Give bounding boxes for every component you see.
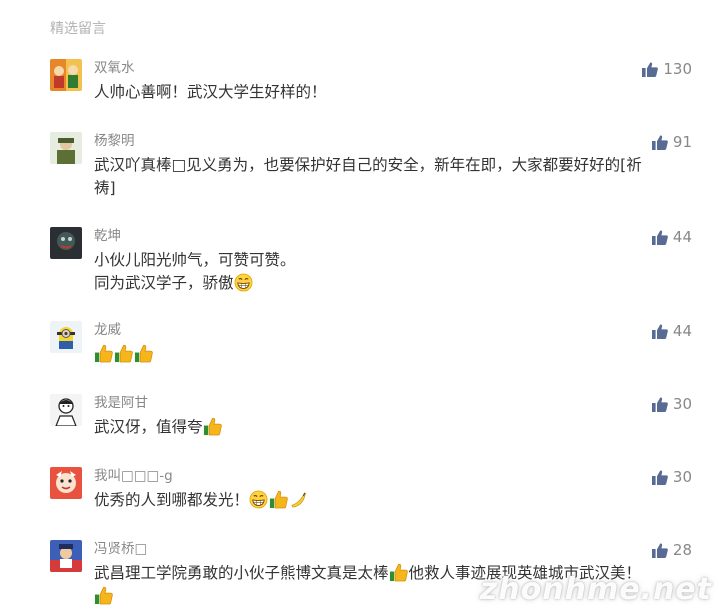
- avatar[interactable]: [50, 59, 82, 91]
- avatar[interactable]: [50, 540, 82, 572]
- comment-text: 小伙儿阳光帅气，可赞可赞。 同为武汉学子，骄傲: [94, 251, 296, 292]
- like-button[interactable]: 30: [652, 467, 692, 487]
- thumbs-up-icon: [652, 135, 668, 150]
- comment-nickname: 我是阿甘: [94, 395, 148, 411]
- like-count: 30: [672, 395, 692, 413]
- thumbs-up-icon: [652, 543, 668, 558]
- thumbs-up-icon: [652, 324, 668, 339]
- comment-nickname: 双氧水: [94, 60, 135, 76]
- avatar[interactable]: [50, 467, 82, 499]
- like-button[interactable]: 130: [642, 59, 692, 79]
- comment-text: 优秀的人到哪都发光！: [94, 489, 689, 512]
- thumbs-up-icon: [652, 470, 668, 485]
- thumbs-up-emoji-icon: [94, 586, 113, 605]
- thumbs-up-emoji-icon: [94, 344, 113, 363]
- like-count: 44: [672, 322, 692, 340]
- comment-nickname: 我叫□□□-g: [94, 468, 173, 484]
- like-button[interactable]: 30: [652, 394, 692, 414]
- like-count: 44: [672, 228, 692, 246]
- banana-emoji-icon: [289, 490, 308, 509]
- comment-text: 人帅心善啊！武汉大学生好样的！: [94, 83, 327, 101]
- like-count: 130: [663, 60, 692, 78]
- thumbs-up-emoji-icon: [389, 563, 408, 582]
- thumbs-up-emoji-icon: [114, 344, 133, 363]
- comment-nickname: 乾坤: [94, 228, 121, 244]
- avatar[interactable]: [50, 227, 82, 259]
- thumbs-up-emoji-icon: [269, 490, 288, 509]
- comment-text: [94, 343, 689, 366]
- like-button[interactable]: 91: [652, 132, 692, 152]
- comment-text: 武汉伢，值得夸: [94, 416, 689, 439]
- comment-nickname: 冯贤桥□: [94, 541, 148, 557]
- like-button[interactable]: 28: [652, 540, 692, 560]
- thumbs-up-icon: [652, 397, 668, 412]
- thumbs-up-emoji-icon: [203, 417, 222, 436]
- comment-text: 武汉吖真棒□见义勇为，也要保护好自己的安全，新年在即，大家都要好好的[祈 祷]: [94, 156, 642, 197]
- section-title: 精选留言: [50, 21, 106, 37]
- thumbs-up-icon: [642, 62, 658, 77]
- like-button[interactable]: 44: [652, 227, 692, 247]
- grin-emoji-icon: [249, 490, 268, 509]
- avatar[interactable]: [50, 321, 82, 353]
- avatar[interactable]: [50, 394, 82, 426]
- comment-nickname: 杨黎明: [94, 133, 135, 149]
- thumbs-up-icon: [652, 230, 668, 245]
- site-watermark: zhonhme.net: [479, 572, 712, 607]
- like-count: 28: [672, 541, 692, 559]
- like-button[interactable]: 44: [652, 321, 692, 341]
- grin-emoji-icon: [234, 273, 253, 292]
- comment-nickname: 龙威: [94, 322, 121, 338]
- avatar[interactable]: [50, 132, 82, 164]
- like-count: 91: [672, 133, 692, 151]
- thumbs-up-emoji-icon: [134, 344, 153, 363]
- like-count: 30: [672, 468, 692, 486]
